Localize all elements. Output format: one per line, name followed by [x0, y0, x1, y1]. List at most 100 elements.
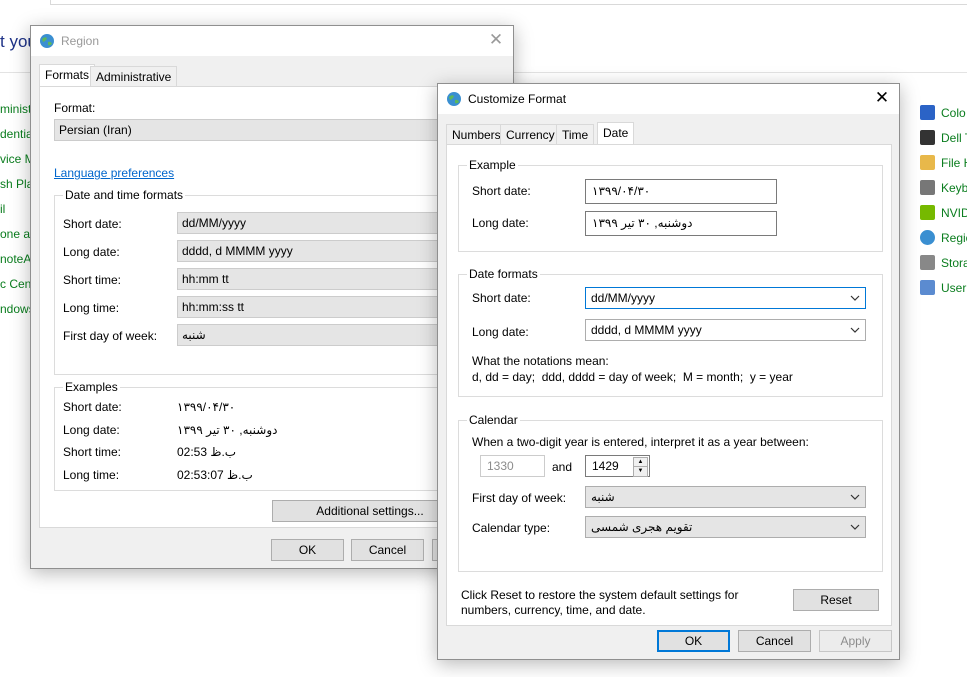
control-panel-item-dell[interactable]: Dell T: [920, 125, 967, 150]
control-panel-item[interactable]: one an: [0, 225, 34, 250]
tab-administrative[interactable]: Administrative: [90, 66, 178, 87]
apply-button[interactable]: Apply: [819, 630, 892, 652]
example-short-date-label: Short date:: [63, 400, 122, 414]
globe-icon: [447, 92, 461, 106]
control-panel-item-region[interactable]: Regio: [920, 225, 967, 250]
close-icon[interactable]: ✕: [873, 89, 891, 107]
control-panel-item-file-history[interactable]: File H: [920, 150, 967, 175]
group-title: Calendar: [467, 413, 520, 427]
tab-formats[interactable]: Formats: [39, 64, 96, 87]
control-panel-item[interactable]: ndows: [0, 300, 34, 325]
right-items-list: Colo Dell T File H Keyb NVID Regio Stora…: [920, 100, 967, 300]
chevron-down-icon[interactable]: [850, 487, 860, 507]
long-date-label: Long date:: [472, 325, 529, 339]
first-day-combo[interactable]: شنبه: [585, 486, 866, 508]
date-panel: Example Short date: ۱۳۹۹/۰۴/۳۰ Long date…: [446, 144, 892, 626]
cancel-button[interactable]: Cancel: [351, 539, 424, 561]
window-title: Customize Format: [468, 92, 567, 106]
storage-icon: [920, 255, 935, 270]
nvidia-icon: [920, 205, 935, 220]
format-label: Format:: [54, 101, 96, 115]
control-panel-item[interactable]: il: [0, 200, 34, 225]
language-preferences-link[interactable]: Language preferences: [54, 166, 174, 180]
example-long-time-value: ب.ظ 02:53:07: [177, 468, 253, 482]
reset-button[interactable]: Reset: [793, 589, 879, 611]
first-day-value: شنبه: [591, 490, 615, 504]
calendar-type-label: Calendar type:: [472, 521, 551, 535]
control-panel-item[interactable]: ministr: [0, 100, 34, 125]
ok-button[interactable]: OK: [657, 630, 730, 652]
first-day-label: First day of week:: [472, 491, 567, 505]
item-label: Stora: [941, 255, 967, 270]
item-label: File H: [941, 155, 967, 170]
example-group: Example Short date: ۱۳۹۹/۰۴/۳۰ Long date…: [458, 158, 883, 252]
title-bar[interactable]: Customize Format ✕: [438, 84, 899, 114]
control-panel-item-nvidia[interactable]: NVID: [920, 200, 967, 225]
short-date-value: dd/MM/yyyy: [591, 291, 656, 305]
control-panel-item[interactable]: noteA: [0, 250, 34, 275]
cancel-button[interactable]: Cancel: [738, 630, 811, 652]
monitor-icon: [920, 105, 935, 120]
example-short-time-value: ب.ظ 02:53: [177, 445, 237, 459]
chevron-down-icon[interactable]: [850, 320, 860, 340]
long-date-combo[interactable]: dddd, d MMMM yyyy: [585, 319, 866, 341]
example-short-date-field: ۱۳۹۹/۰۴/۳۰: [585, 179, 777, 204]
year-from-field: 1330: [480, 455, 545, 477]
example-short-date-label: Short date:: [472, 184, 531, 198]
file-history-icon: [920, 155, 935, 170]
chevron-down-icon[interactable]: [850, 288, 860, 308]
tab-time[interactable]: Time: [556, 124, 595, 145]
control-panel-item[interactable]: dentia: [0, 125, 34, 150]
tab-numbers[interactable]: Numbers: [446, 124, 507, 145]
address-bar: [50, 0, 967, 5]
window-title: Region: [61, 34, 100, 48]
short-date-combo[interactable]: dd/MM/yyyy: [585, 287, 866, 309]
example-short-date-value: ۱۳۹۹/۰۴/۳۰: [177, 400, 236, 414]
item-label: Regio: [941, 230, 967, 245]
two-digit-year-text: When a two-digit year is entered, interp…: [472, 435, 809, 449]
control-panel-item-users[interactable]: User: [920, 275, 967, 300]
item-label: Keyb: [941, 180, 967, 195]
calendar-type-combo[interactable]: تقویم هجری شمسی: [585, 516, 866, 538]
chevron-down-icon[interactable]: [850, 517, 860, 537]
short-date-label: Short date:: [63, 217, 122, 231]
year-to-value: 1429: [592, 459, 619, 473]
control-panel-item[interactable]: sh Play: [0, 175, 34, 200]
long-date-label: Long date:: [63, 245, 120, 259]
tab-date[interactable]: Date: [597, 122, 635, 145]
control-panel-item[interactable]: vice M: [0, 150, 34, 175]
control-panel-item[interactable]: c Cent: [0, 275, 34, 300]
dell-icon: [920, 130, 935, 145]
date-formats-group: Date formats Short date: dd/MM/yyyy Long…: [458, 267, 883, 397]
calendar-group: Calendar When a two-digit year is entere…: [458, 413, 883, 572]
control-panel-item-storage[interactable]: Stora: [920, 250, 967, 275]
group-title: Date formats: [467, 267, 540, 281]
and-label: and: [552, 460, 573, 474]
region-icon: [920, 230, 935, 245]
example-long-date-value: دوشنبه, ۳۰ تیر ۱۳۹۹: [177, 423, 278, 437]
left-items-list: ministr dentia vice M sh Play il one an …: [0, 100, 34, 325]
example-long-date-label: Long date:: [472, 216, 529, 230]
group-title: Examples: [63, 380, 120, 394]
control-panel-item-color[interactable]: Colo: [920, 100, 967, 125]
ok-button[interactable]: OK: [271, 539, 344, 561]
group-title: Example: [467, 158, 518, 172]
example-long-date-label: Long date:: [63, 423, 120, 437]
item-label: User: [941, 280, 967, 295]
stepper-down-icon[interactable]: ▼: [633, 466, 648, 477]
tab-currency[interactable]: Currency: [500, 124, 561, 145]
title-bar[interactable]: Region ✕: [31, 26, 513, 56]
short-date-label: Short date:: [472, 291, 531, 305]
short-time-label: Short time:: [63, 273, 122, 287]
control-panel-item-keyboard[interactable]: Keyb: [920, 175, 967, 200]
reset-description: Click Reset to restore the system defaul…: [461, 588, 739, 617]
calendar-type-value: تقویم هجری شمسی: [591, 520, 693, 534]
close-icon[interactable]: ✕: [487, 31, 505, 49]
first-day-label: First day of week:: [63, 329, 158, 343]
item-label: Colo: [941, 105, 966, 120]
long-time-label: Long time:: [63, 301, 120, 315]
notation-text: d, dd = day; ddd, dddd = day of week; M …: [472, 370, 793, 384]
long-date-value: dddd, d MMMM yyyy: [591, 323, 702, 337]
year-to-stepper[interactable]: 1429 ▲ ▼: [585, 455, 650, 477]
users-icon: [920, 280, 935, 295]
